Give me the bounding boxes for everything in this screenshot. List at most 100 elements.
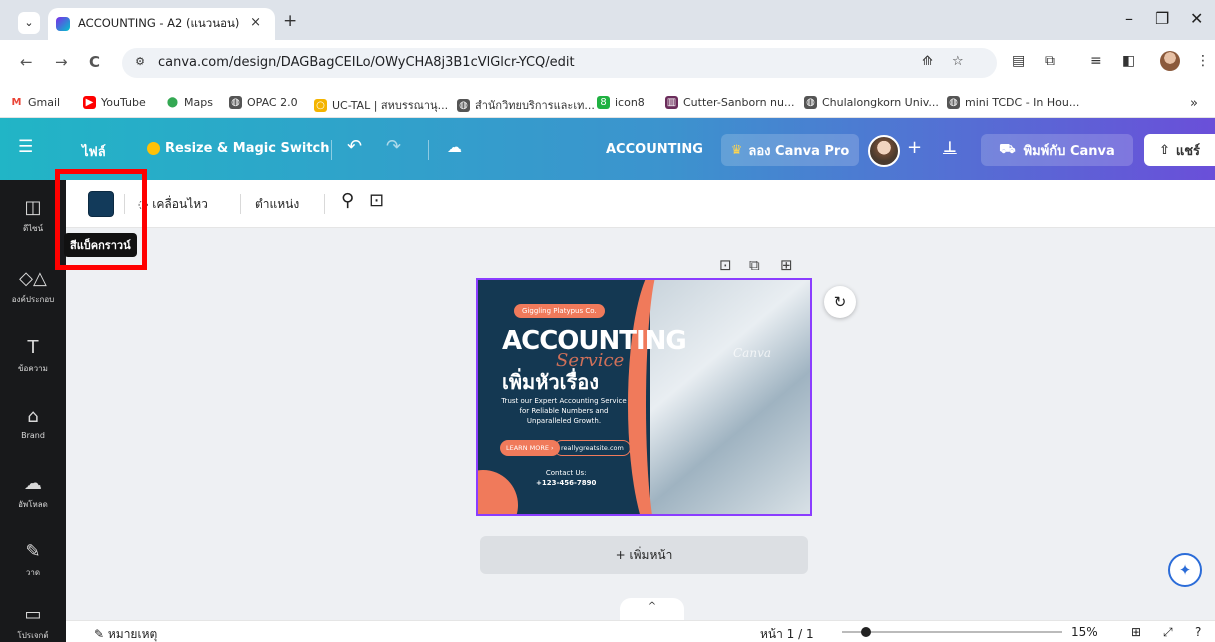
design-page[interactable]: Canva Giggling Platypus Co. ACCOUNTING S…	[476, 278, 812, 516]
window-close-button[interactable]: ✕	[1190, 9, 1203, 28]
sidebar-item-text[interactable]: T ข้อความ	[0, 337, 66, 375]
bookmark-tcdc[interactable]: ◍ mini TCDC - In Hou...	[947, 96, 1079, 109]
bookmark-chula[interactable]: ◍ Chulalongkorn Univ...	[804, 96, 939, 109]
design-accent-circle[interactable]	[478, 470, 518, 514]
design-contact[interactable]: Contact Us: +123-456-7890	[536, 468, 596, 488]
browser-tab[interactable]: ACCOUNTING - A2 (แนวนอน) ×	[48, 8, 275, 40]
notes-button[interactable]: ✎ หมายเหตุ	[94, 625, 157, 642]
omnibox[interactable]: ⚙ canva.com/design/DAGBagCEILo/OWyCHA8j3…	[122, 48, 997, 78]
crown-icon: ♛	[730, 142, 743, 158]
resize-magic-switch-button[interactable]: Resize & Magic Switch	[147, 141, 330, 156]
sidebar-item-brand[interactable]: ⌂ Brand	[0, 406, 66, 440]
background-color-tooltip: สีแบ็คกราวน์	[64, 233, 137, 257]
globe-icon: ◍	[229, 96, 242, 109]
file-menu[interactable]: ไฟล์	[82, 141, 106, 162]
restore-button[interactable]: ❐	[1155, 9, 1169, 28]
bookmarks-overflow-icon[interactable]: »	[1190, 96, 1198, 111]
try-canva-pro-button[interactable]: ♛ ลอง Canva Pro	[721, 134, 859, 166]
maps-icon: ⬤	[166, 96, 179, 109]
insights-icon[interactable]: ⊥	[943, 138, 957, 156]
text-icon: T	[27, 337, 39, 358]
extensions-icon[interactable]: ⧉	[1045, 53, 1055, 69]
cloud-saved-icon[interactable]: ☁	[447, 138, 462, 156]
context-toolbar: ◌ เคลื่อนไหว ตำแหน่ง ⚲ ⊡	[66, 180, 1215, 228]
bookmark-gmail[interactable]: M Gmail	[10, 96, 60, 109]
bookmark-library[interactable]: ◍ สำนักวิทยบริการและเท...	[457, 96, 595, 114]
bookmarks-bar: M Gmail ▶ YouTube ⬤ Maps ◍ OPAC 2.0 ○ UC-TAL …	[0, 90, 1215, 118]
fullscreen-icon[interactable]: ⤢	[1163, 625, 1173, 640]
duplicate-page-icon[interactable]: ⧉	[749, 256, 760, 274]
zoom-slider-track[interactable]	[842, 631, 1062, 633]
back-button[interactable]: ←	[20, 53, 33, 71]
new-tab-button[interactable]: +	[283, 11, 297, 31]
site-settings-icon[interactable]: ⚙	[132, 55, 148, 71]
zoom-slider-knob[interactable]	[861, 627, 871, 637]
design-website[interactable]: reallygreatsite.com	[554, 440, 631, 456]
brand-icon: ⌂	[27, 406, 39, 427]
draw-icon: ✎	[25, 541, 41, 562]
browser-menu-icon[interactable]: ⋮	[1196, 53, 1210, 69]
elements-icon: ◇△	[19, 268, 47, 289]
bookmark-uc-tal[interactable]: ○ UC-TAL | สหบรรณานุ...	[314, 96, 448, 114]
print-with-canva-button[interactable]: ⛟ พิมพ์กับ Canva	[981, 134, 1133, 166]
bookmark-cutter[interactable]: ▥ Cutter-Sanborn nu...	[665, 96, 794, 109]
design-body-text[interactable]: Trust our Expert Accounting Service for …	[500, 396, 628, 426]
header-divider	[331, 140, 332, 160]
undo-icon[interactable]: ↶	[347, 136, 362, 157]
sidebar-item-projects[interactable]: ▭ โปรเจกต์	[0, 604, 66, 642]
lock-icon[interactable]: ⊡	[369, 190, 384, 211]
redo-icon[interactable]: ↷	[386, 136, 401, 157]
youtube-icon: ▶	[83, 96, 96, 109]
animate-button[interactable]: ◌ เคลื่อนไหว	[138, 195, 208, 214]
help-icon[interactable]: ?	[1195, 625, 1201, 639]
sidebar-item-elements[interactable]: ◇△ องค์ประกอบ	[0, 268, 66, 306]
sidebar-item-upload[interactable]: ☁ อัพโหลด	[0, 473, 66, 511]
design-brand-badge[interactable]: Giggling Platypus Co.	[514, 304, 605, 318]
grid-view-icon[interactable]: ⊞	[1131, 625, 1141, 639]
sidebar-item-draw[interactable]: ✎ วาด	[0, 541, 66, 579]
forward-button[interactable]: →	[55, 53, 68, 71]
browser-address-bar: ← → C ⚙ canva.com/design/DAGBagCEILo/OWy…	[0, 40, 1215, 90]
bookmark-opac[interactable]: ◍ OPAC 2.0	[229, 96, 298, 109]
media-control-icon[interactable]: ≡	[1090, 53, 1102, 69]
bookmark-icon8[interactable]: 8 icon8	[597, 96, 645, 109]
share-button[interactable]: ⇧ แชร์	[1144, 134, 1215, 166]
paint-format-icon[interactable]: ⚲	[341, 190, 354, 211]
add-page-button[interactable]: + เพิ่มหน้า	[480, 536, 808, 574]
position-button[interactable]: ตำแหน่ง	[255, 195, 299, 214]
share-upload-icon: ⇧	[1158, 142, 1170, 158]
bookmark-youtube[interactable]: ▶ YouTube	[83, 96, 146, 109]
profile-avatar[interactable]	[1160, 51, 1180, 71]
collapse-pages-chevron-icon[interactable]: ^	[620, 598, 684, 620]
gmail-icon: M	[10, 96, 23, 109]
add-collaborator-button[interactable]: +	[907, 137, 922, 158]
url-text[interactable]: canva.com/design/DAGBagCEILo/OWyCHA8j3B1…	[158, 55, 575, 70]
page-indicator[interactable]: หน้า 1 / 1	[760, 625, 814, 642]
upload-icon: ☁	[24, 473, 42, 494]
design-accent-curve[interactable]	[628, 280, 698, 514]
globe-icon: ◍	[804, 96, 817, 109]
document-title[interactable]: ACCOUNTING	[606, 142, 703, 157]
tab-search-chevron-icon[interactable]: ⌄	[18, 12, 40, 34]
reload-button[interactable]: C	[89, 53, 100, 71]
minimize-button[interactable]: –	[1125, 9, 1133, 28]
add-page-icon[interactable]: ⊞	[780, 256, 793, 274]
side-panel-icon[interactable]: ◧	[1122, 53, 1135, 69]
translate-icon[interactable]: ⟰	[922, 54, 933, 69]
bookmark-maps[interactable]: ⬤ Maps	[166, 96, 213, 109]
design-watermark: Canva	[733, 346, 771, 360]
menu-icon[interactable]: ☰	[18, 137, 33, 157]
magic-assistant-icon[interactable]: ✦	[1168, 553, 1202, 587]
zoom-level[interactable]: 15%	[1071, 625, 1098, 639]
tab-close-icon[interactable]: ×	[250, 15, 261, 30]
cutter-icon: ▥	[665, 96, 678, 109]
page-lock-icon[interactable]: ⊡	[719, 256, 732, 274]
canva-favicon-icon	[56, 17, 70, 31]
bookmark-star-icon[interactable]: ☆	[952, 54, 964, 69]
header-divider	[428, 140, 429, 160]
collaborator-avatar[interactable]	[868, 135, 900, 167]
reading-list-icon[interactable]: ▤	[1012, 53, 1025, 69]
refresh-magic-icon[interactable]: ↻	[824, 286, 856, 318]
design-learn-more[interactable]: LEARN MORE ›	[500, 440, 560, 456]
design-heading[interactable]: เพิ่มหัวเรื่อง	[502, 366, 599, 398]
